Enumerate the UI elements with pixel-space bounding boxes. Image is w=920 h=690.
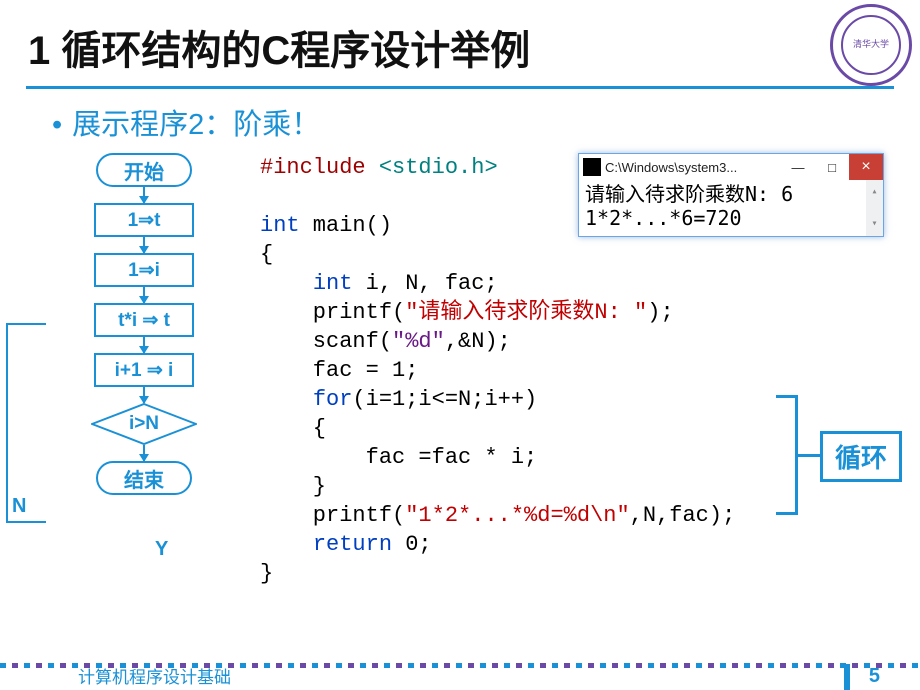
console-output: 请输入待求阶乘数N: 6 1*2*...*6=720 ▴▾ [579, 180, 883, 236]
window-titlebar: C:\Windows\system3... — □ × [579, 154, 883, 180]
arrow-icon [143, 387, 145, 403]
flow-step-3: t*i ⇒ t [94, 303, 194, 337]
flow-end: 结束 [96, 461, 192, 495]
subtitle-text: 展示程序2：阶乘！ [72, 109, 320, 141]
bracket-icon [776, 395, 798, 515]
page-number: 5 [869, 665, 880, 688]
flow-branch-yes: Y [155, 538, 168, 561]
arrow-icon [143, 237, 145, 253]
cmd-icon [583, 158, 601, 176]
flow-step-1: 1⇒t [94, 203, 194, 237]
close-button[interactable]: × [849, 154, 883, 180]
maximize-button[interactable]: □ [815, 154, 849, 180]
console-line-1: 请输入待求阶乘数N: 6 [585, 182, 877, 206]
title-divider [26, 86, 894, 89]
flow-step-4: i+1 ⇒ i [94, 353, 194, 387]
flowchart: 开始 1⇒t 1⇒i t*i ⇒ t i+1 ⇒ i i>N 结束 [44, 153, 244, 495]
bullet-icon: • [52, 109, 62, 141]
console-window: C:\Windows\system3... — □ × 请输入待求阶乘数N: 6… [578, 153, 884, 237]
flow-branch-no: N [12, 495, 26, 518]
seal-text: 清华大学 [833, 37, 909, 50]
page-title: 1 循环结构的C程序设计举例 [0, 0, 920, 86]
console-line-2: 1*2*...*6=720 [585, 206, 877, 230]
arrow-icon [143, 337, 145, 353]
minimize-button[interactable]: — [781, 154, 815, 180]
window-title: C:\Windows\system3... [605, 160, 781, 175]
flow-start: 开始 [96, 153, 192, 187]
scrollbar[interactable]: ▴▾ [866, 180, 883, 236]
decision-text: i>N [129, 413, 159, 435]
university-seal-icon: 清华大学 [830, 4, 912, 86]
arrow-icon [143, 445, 145, 461]
loop-annotation: 循环 [820, 431, 902, 482]
arrow-icon [143, 187, 145, 203]
footer-text: 计算机程序设计基础 [78, 663, 231, 688]
flow-decision: i>N [91, 403, 197, 445]
pagenum-bar [844, 664, 850, 690]
flow-step-2: 1⇒i [94, 253, 194, 287]
subtitle-bullet: • 展示程序2：阶乘！ [0, 101, 920, 143]
arrow-icon [143, 287, 145, 303]
flow-loop-line [6, 323, 46, 523]
